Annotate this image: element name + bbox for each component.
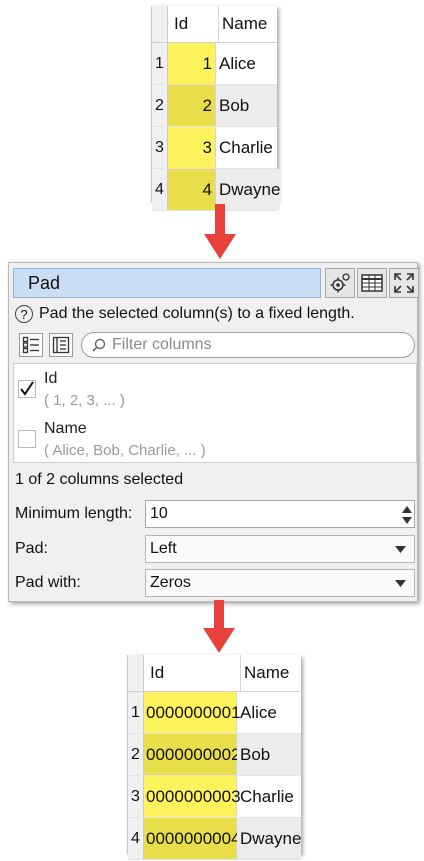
pad-with-value: Zeros (150, 574, 191, 591)
id-cell[interactable]: 0000000003 (144, 776, 241, 817)
column-list: Id ( 1, 2, 3, ... ) Name ( Alice, Bob, C… (13, 363, 417, 463)
pad-select[interactable]: Left (145, 535, 415, 563)
id-cell[interactable]: 0000000002 (144, 734, 241, 775)
column-checkbox-name[interactable] (18, 430, 36, 448)
name-cell[interactable]: Charlie (216, 127, 277, 168)
table-row: 1 1 Alice (152, 43, 277, 85)
corner-cell (152, 6, 168, 42)
row-number: 2 (128, 734, 144, 775)
selected-count: 1 of 2 columns selected (15, 471, 184, 488)
deselect-columns-button[interactable] (49, 333, 73, 357)
filter-placeholder: Filter columns (112, 336, 212, 353)
output-table: Id Name 1 0000000001 Alice 2 0000000002 … (127, 655, 302, 860)
name-cell[interactable]: Alice (216, 43, 277, 84)
chevron-down-icon (395, 546, 406, 553)
table-row: 1 0000000001 Alice (128, 692, 301, 734)
row-number: 1 (152, 43, 168, 84)
min-length-input[interactable]: 10 (145, 500, 415, 528)
column-name-name: Name (44, 420, 87, 437)
column-header-name[interactable]: Name (219, 6, 277, 42)
pad-value: Left (150, 540, 177, 557)
checklist-icon (22, 336, 39, 354)
id-cell[interactable]: 0000000001 (144, 692, 241, 733)
panel-title[interactable]: Pad (13, 268, 321, 298)
table-row: 4 0000000004 Dwayne (128, 818, 302, 860)
settings-gear-button[interactable] (325, 268, 355, 298)
column-values-name: ( Alice, Bob, Charlie, ... ) (44, 442, 206, 459)
checkmark-icon (20, 381, 34, 396)
min-length-value: 10 (150, 505, 168, 522)
column-checkbox-id[interactable] (18, 380, 36, 398)
name-cell[interactable]: Bob (216, 85, 277, 126)
name-cell[interactable]: Bob (237, 734, 301, 775)
name-cell[interactable]: Charlie (237, 776, 301, 817)
column-values-id: ( 1, 2, 3, ... ) (44, 392, 125, 409)
table-row: 2 0000000002 Bob (128, 734, 301, 776)
id-cell[interactable]: 2 (168, 85, 216, 126)
column-header-id[interactable]: Id (168, 6, 219, 42)
table-row: 3 3 Charlie (152, 127, 277, 169)
row-number: 2 (152, 85, 168, 126)
expand-icon (394, 273, 414, 293)
id-cell[interactable]: 0000000004 (144, 818, 241, 859)
column-header-id[interactable]: Id (144, 655, 241, 691)
column-name-id: Id (44, 370, 58, 387)
chevron-down-icon (395, 580, 406, 587)
spin-down-icon[interactable] (402, 517, 412, 524)
settings-gear-icon (330, 273, 350, 293)
down-arrow-icon (204, 204, 236, 259)
row-number: 4 (128, 818, 144, 859)
select-all-columns-button[interactable] (19, 333, 43, 357)
maximize-button[interactable] (389, 268, 419, 298)
row-number: 1 (128, 692, 144, 733)
pad-with-label: Pad with: (15, 574, 81, 591)
name-cell[interactable]: Dwayne (237, 818, 302, 859)
filter-columns-input[interactable]: Filter columns (81, 332, 415, 358)
table-icon (361, 274, 383, 292)
help-row: ? Pad the selected column(s) to a fixed … (15, 305, 355, 323)
input-table: Id Name 1 1 Alice 2 2 Bob 3 3 Charlie 4 … (151, 6, 281, 211)
id-cell[interactable]: 1 (168, 43, 216, 84)
id-cell[interactable]: 3 (168, 127, 216, 168)
spin-up-icon[interactable] (402, 506, 412, 513)
name-cell[interactable]: Alice (237, 692, 301, 733)
search-icon (92, 338, 106, 352)
corner-cell (128, 655, 144, 691)
pad-label: Pad: (15, 540, 48, 557)
help-icon[interactable]: ? (15, 305, 33, 323)
min-length-label: Minimum length: (15, 505, 133, 522)
table-row: 3 0000000003 Charlie (128, 776, 301, 818)
table-view-button[interactable] (357, 268, 387, 298)
list-icon (52, 336, 70, 354)
pad-with-select[interactable]: Zeros (145, 569, 415, 597)
row-number: 3 (152, 127, 168, 168)
column-header-name[interactable]: Name (241, 655, 301, 691)
down-arrow-icon (203, 600, 235, 653)
table-row: 2 2 Bob (152, 85, 277, 127)
pad-panel: Pad ? Pad the selected column(s) to a fi… (8, 262, 419, 602)
header-row: Id Name (152, 6, 277, 43)
row-number: 4 (152, 169, 168, 210)
row-number: 3 (128, 776, 144, 817)
header-row: Id Name (128, 655, 301, 692)
help-text: Pad the selected column(s) to a fixed le… (39, 305, 355, 322)
